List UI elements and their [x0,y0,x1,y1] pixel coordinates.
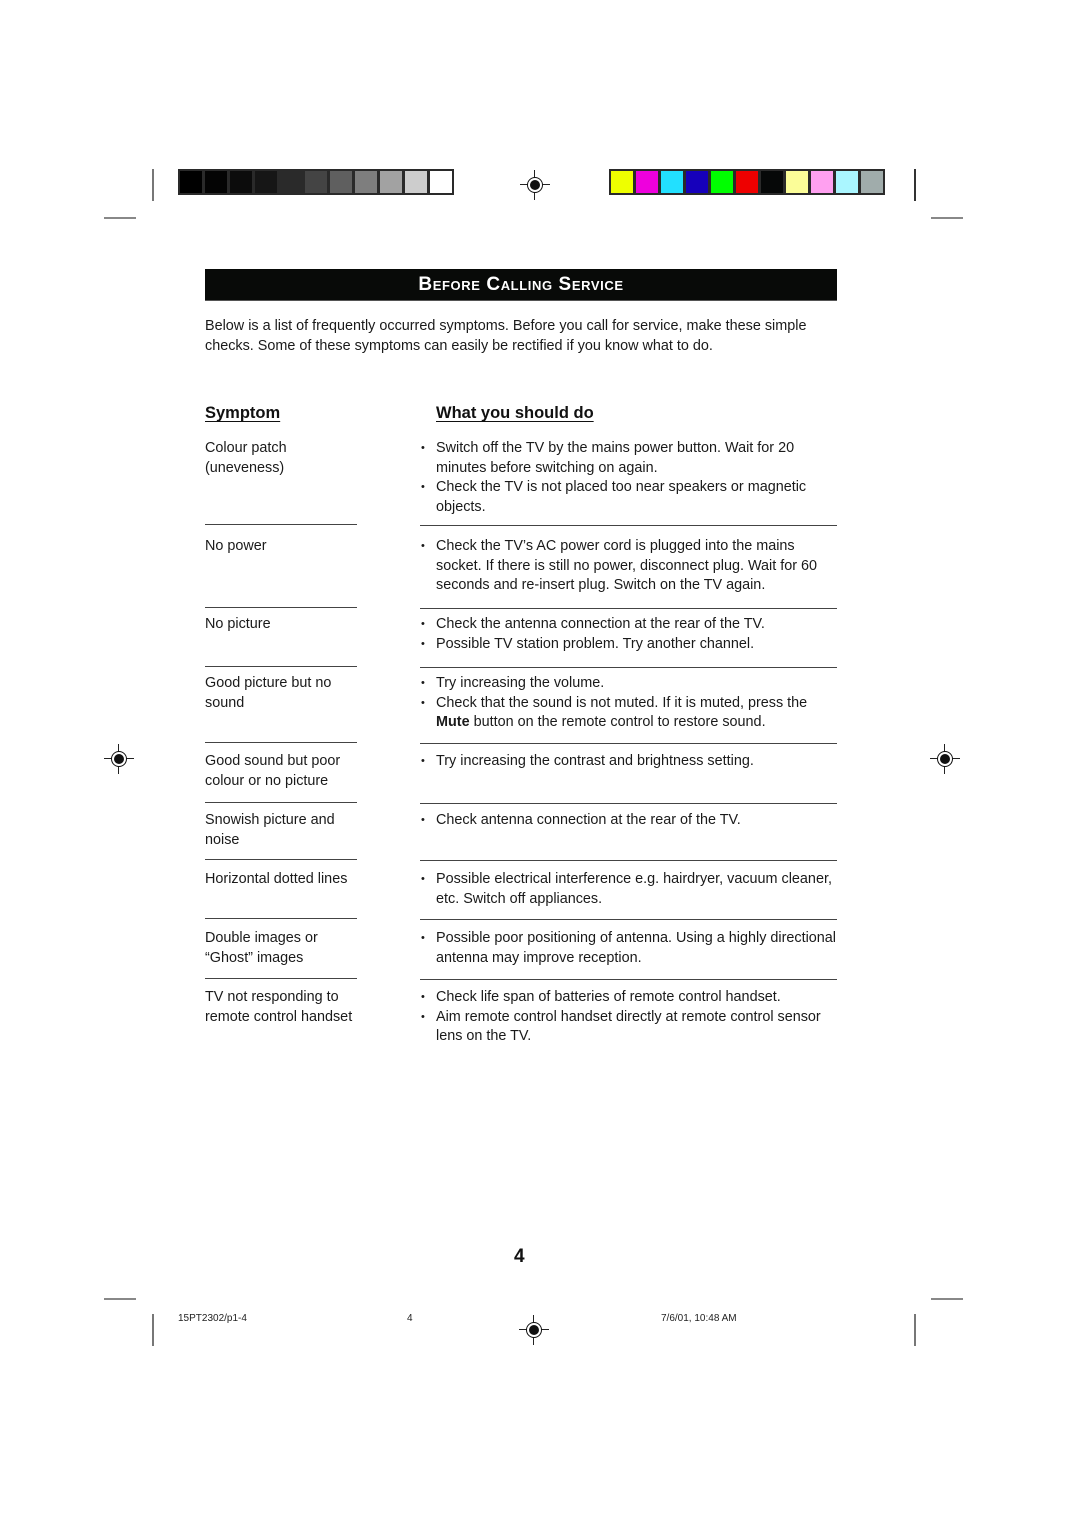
grayscale-swatch [230,171,252,193]
grayscale-swatch [355,171,377,193]
button-name-emphasis: Mute [436,714,470,731]
crop-mark-top-left-horizontal [104,217,136,219]
color-swatch [686,171,708,193]
grayscale-swatch [430,171,452,193]
row-divider [205,978,357,979]
footer-timestamp: 7/6/01, 10:48 AM [661,1313,737,1324]
crop-mark-top-right-horizontal [931,217,963,219]
grayscale-swatch [405,171,427,193]
crop-mark-bottom-left-horizontal [104,1298,136,1300]
crosshair-target-icon [930,744,960,774]
action-list: Possible poor positioning of antenna. Us… [421,929,837,968]
grayscale-swatch [180,171,202,193]
grayscale-swatch [330,171,352,193]
color-swatch [736,171,758,193]
action-list: Check the antenna connection at the rear… [421,615,837,654]
symptom-cell: Double images or “Ghost” images [205,930,318,966]
grayscale-swatch [280,171,302,193]
footer-page: 4 [407,1313,413,1324]
row-divider [205,859,357,860]
color-swatch [786,171,808,193]
color-swatch [661,171,683,193]
row-divider [205,607,357,608]
footer-file-name: 15PT2302/p1-4 [178,1313,247,1324]
symptom-cell: TV not responding to remote control hand… [205,989,353,1025]
row-divider [420,608,837,609]
crosshair-target-icon [520,170,550,200]
action-list: Try increasing the contrast and brightne… [421,752,837,772]
crop-mark-top-left-vertical [152,169,154,201]
action-item: Try increasing the contrast and brightne… [421,752,837,772]
symptom-cell: No picture [205,616,271,632]
row-divider [205,802,357,803]
action-list: Possible electrical interference e.g. ha… [421,870,837,909]
page-number: 4 [514,1246,525,1267]
row-divider [420,860,837,861]
action-item: Aim remote control handset directly at r… [421,1008,837,1047]
color-calibration-bar [609,169,885,195]
row-divider [205,666,357,667]
color-swatch [761,171,783,193]
grayscale-calibration-bar [178,169,454,195]
action-item: Switch off the TV by the mains power but… [421,439,837,478]
crosshair-target-icon [519,1315,549,1345]
row-divider [205,524,357,525]
color-swatch [861,171,883,193]
crop-mark-bottom-right-horizontal [931,1298,963,1300]
crop-mark-top-right-vertical [914,169,916,201]
action-item: Check life span of batteries of remote c… [421,988,837,1008]
row-divider [420,919,837,920]
crop-mark-bottom-left-vertical [152,1314,154,1346]
symptom-cell: Snowish picture and noise [205,812,335,848]
action-list: Try increasing the volume.Check that the… [421,674,837,733]
action-item: Check antenna connection at the rear of … [421,811,837,831]
action-item: Try increasing the volume. [421,674,837,694]
grayscale-swatch [255,171,277,193]
symptom-cell: Good picture but no sound [205,675,332,711]
action-list: Check antenna connection at the rear of … [421,811,837,831]
symptom-cell: Good sound but poor colour or no picture [205,753,341,789]
color-swatch [711,171,733,193]
symptom-cell: Colour patch (uneveness) [205,440,287,476]
color-swatch [811,171,833,193]
action-item: Check the antenna connection at the rear… [421,615,837,635]
action-item: Check the TV’s AC power cord is plugged … [421,537,837,596]
grayscale-swatch [205,171,227,193]
color-swatch [636,171,658,193]
action-item: Possible TV station problem. Try another… [421,635,837,655]
action-list: Switch off the TV by the mains power but… [421,439,837,517]
grayscale-swatch [305,171,327,193]
page-title: Before Calling Service [418,273,624,295]
action-item: Check the TV is not placed too near spea… [421,478,837,517]
color-swatch [611,171,633,193]
section-title-bar: Before Calling Service [205,269,837,301]
row-divider [205,742,357,743]
row-divider [205,918,357,919]
crosshair-target-icon [104,744,134,774]
color-swatch [836,171,858,193]
row-divider [420,803,837,804]
action-list: Check the TV’s AC power cord is plugged … [421,537,837,596]
column-header-symptom: Symptom [205,404,281,422]
row-divider [420,667,837,668]
row-divider [420,743,837,744]
crop-mark-bottom-right-vertical [914,1314,916,1346]
grayscale-swatch [380,171,402,193]
action-list: Check life span of batteries of remote c… [421,988,837,1047]
action-item: Possible poor positioning of antenna. Us… [421,929,837,968]
action-item: Check that the sound is not muted. If it… [421,694,837,733]
row-divider [420,525,837,526]
symptom-cell: No power [205,538,267,554]
symptom-cell: Horizontal dotted lines [205,871,348,887]
row-divider [420,979,837,980]
intro-paragraph: Below is a list of frequently occurred s… [205,318,807,354]
column-header-action: What you should do [436,404,594,422]
action-item: Possible electrical interference e.g. ha… [421,870,837,909]
